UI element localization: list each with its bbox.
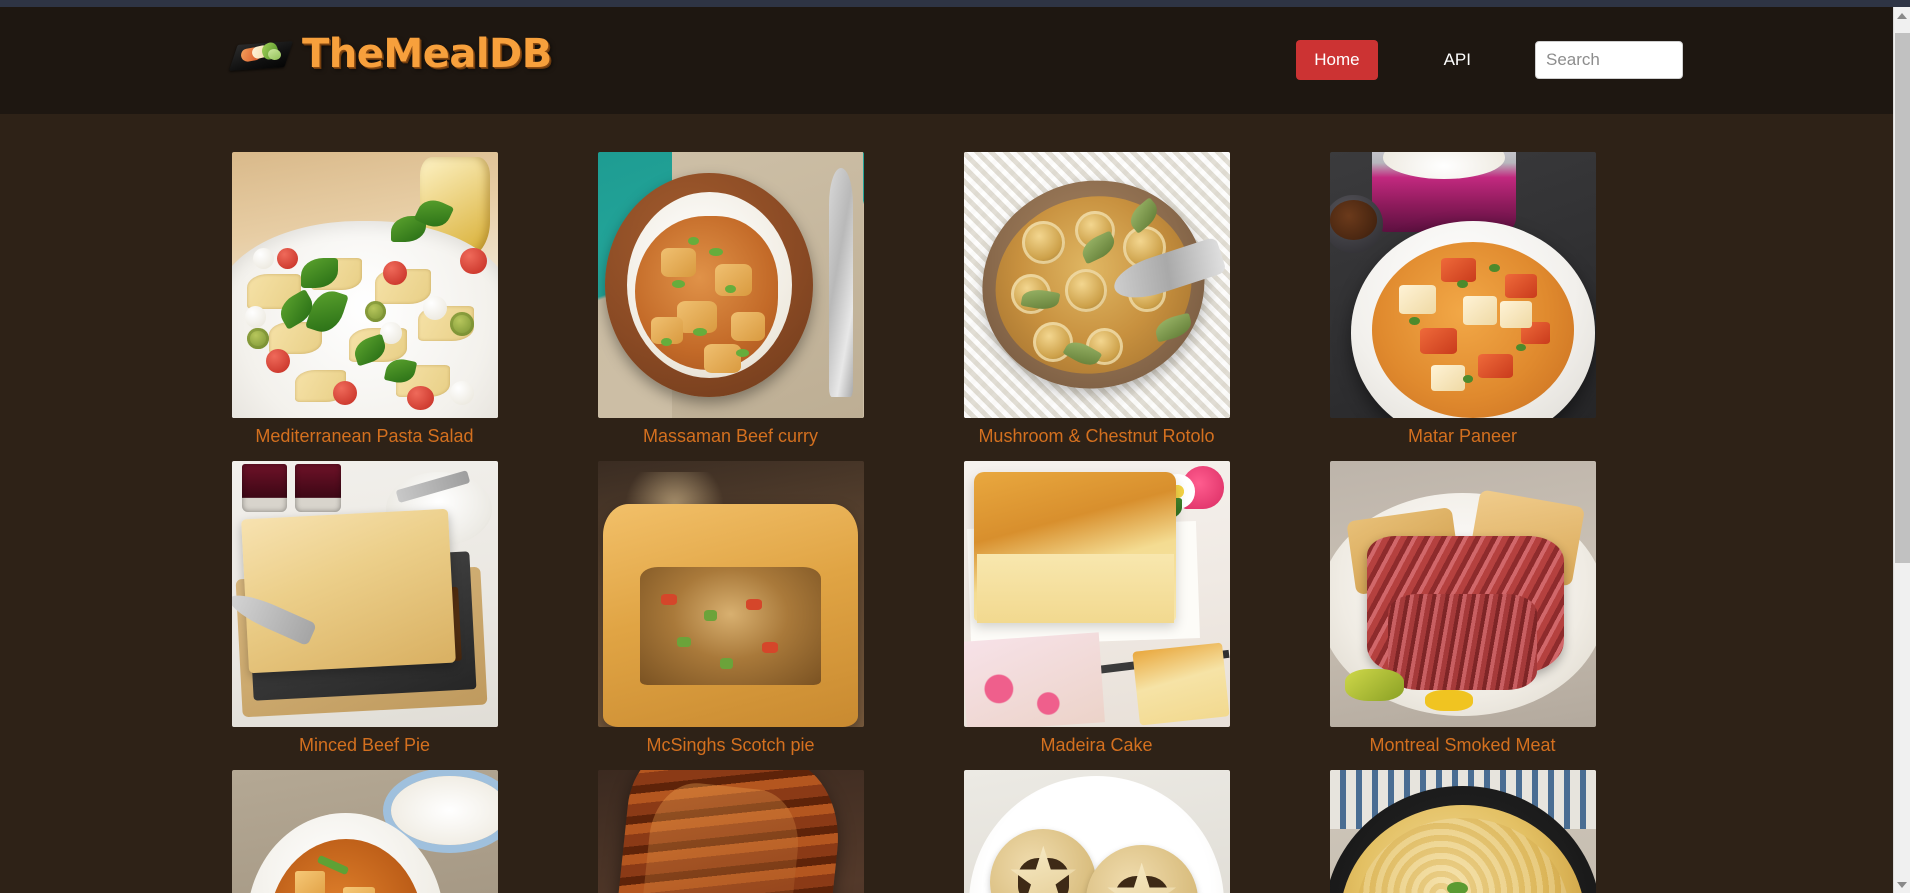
meal-thumbnail[interactable]	[231, 152, 498, 418]
search-input[interactable]	[1535, 41, 1683, 79]
page-viewport: TheMealDB Home API Search Mediterranean …	[0, 7, 1893, 893]
meal-thumbnail[interactable]	[597, 461, 864, 728]
meal-card[interactable]	[231, 770, 498, 893]
meal-thumbnail[interactable]	[1329, 770, 1596, 893]
meal-thumbnail[interactable]	[231, 770, 498, 893]
meal-card[interactable]: McSinghs Scotch pie	[597, 461, 864, 758]
meal-title: Massaman Beef curry	[642, 426, 819, 446]
meal-card[interactable]	[963, 770, 1230, 893]
meal-thumbnail[interactable]	[1329, 461, 1596, 728]
meal-thumbnail[interactable]	[231, 461, 498, 728]
meal-card[interactable]: Massaman Beef curry	[597, 152, 864, 449]
meal-card[interactable]: Madeira Cake	[963, 461, 1230, 758]
vertical-scrollbar[interactable]	[1893, 7, 1910, 893]
meal-card[interactable]	[1329, 770, 1596, 893]
nav-item-home[interactable]: Home	[1296, 40, 1378, 80]
meal-thumbnail[interactable]	[963, 152, 1230, 418]
scroll-up-button[interactable]	[1894, 7, 1910, 24]
meal-card[interactable]: Mediterranean Pasta Salad	[231, 152, 498, 449]
meal-title: Mushroom & Chestnut Rotolo	[978, 426, 1215, 446]
brand-name: TheMealDB	[302, 31, 552, 77]
scroll-down-button[interactable]	[1894, 876, 1910, 893]
scroll-down-arrow-icon	[1897, 881, 1907, 888]
meal-title: Matar Paneer	[1407, 426, 1518, 446]
meal-title: Madeira Cake	[1040, 735, 1153, 756]
scroll-up-arrow-icon	[1897, 12, 1907, 19]
meal-grid: Mediterranean Pasta Salad Massaman Beef …	[0, 114, 1893, 893]
site-header: TheMealDB Home API	[0, 7, 1893, 114]
plate-of-food-icon	[228, 37, 294, 71]
meal-title: Montreal Smoked Meat	[1369, 735, 1556, 756]
meal-thumbnail[interactable]	[963, 770, 1230, 893]
meal-title: Mediterranean Pasta Salad	[255, 426, 474, 446]
meal-title: Minced Beef Pie	[298, 735, 431, 756]
brand-logo-link[interactable]: TheMealDB	[228, 31, 552, 77]
meal-thumbnail[interactable]	[597, 152, 864, 418]
meal-thumbnail[interactable]	[963, 461, 1230, 728]
meal-thumbnail[interactable]	[597, 770, 864, 893]
meal-thumbnail[interactable]	[1329, 152, 1596, 418]
meal-card[interactable]: Matar Paneer	[1329, 152, 1596, 449]
meal-card[interactable]: Mushroom & Chestnut Rotolo	[963, 152, 1230, 449]
meal-card[interactable]: Minced Beef Pie	[231, 461, 498, 758]
nav-item-api[interactable]: API	[1426, 40, 1489, 80]
browser-chrome-strip	[0, 0, 1910, 7]
meal-card[interactable]	[597, 770, 864, 893]
meal-card[interactable]: Montreal Smoked Meat	[1329, 461, 1596, 758]
meal-title: McSinghs Scotch pie	[646, 735, 815, 756]
scrollbar-thumb[interactable]	[1895, 33, 1910, 563]
main-nav: Home API	[1296, 40, 1683, 80]
